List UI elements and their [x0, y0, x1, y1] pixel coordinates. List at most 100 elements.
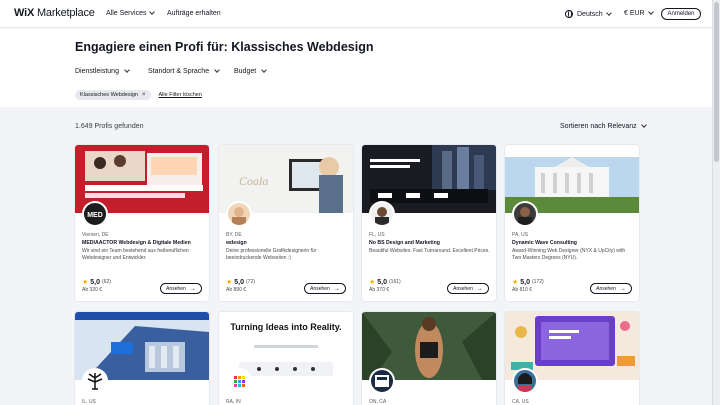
arrow-right-icon: →: [619, 285, 626, 292]
star-icon: ★: [512, 279, 519, 286]
profile-card[interactable]: PA, US Dynamic Wave Consulting Award-Win…: [505, 145, 639, 301]
post-job-label: Aufträge erhalten: [167, 10, 221, 17]
logo-marketplace-text: Marketplace: [36, 7, 95, 19]
currency-label: € EUR: [624, 10, 645, 17]
avatar-text: MED: [87, 212, 103, 219]
active-filter-label: Klassisches Webdesign: [80, 92, 138, 98]
results-count: 1.649 Profis gefunden: [75, 123, 144, 130]
page-scrollbar[interactable]: [712, 0, 720, 405]
view-button-label: Ansehen: [453, 285, 473, 292]
card-description: Deine professionelle Grafikdesignerin fü…: [226, 248, 317, 261]
filter-budget-label: Budget: [234, 68, 257, 75]
card-location: FL, US: [369, 232, 385, 238]
avatar: MED: [82, 201, 108, 227]
active-filter-tag[interactable]: Klassisches Webdesign ×: [75, 90, 151, 100]
card-price: Ab 320 €: [82, 287, 103, 293]
card-rating: ★ 5,0 (72): [226, 278, 255, 287]
view-profile-button[interactable]: Ansehen →: [590, 283, 632, 294]
card-location: PA, US: [512, 232, 529, 238]
chevron-down-icon: [214, 67, 220, 73]
profile-card[interactable]: ON, CA: [362, 312, 496, 405]
card-name[interactable]: wdesign: [226, 240, 247, 246]
view-profile-button[interactable]: Ansehen →: [160, 283, 202, 294]
arrow-right-icon: →: [189, 285, 196, 292]
top-header: WiX Marketplace Alle Services Aufträge e…: [0, 0, 712, 28]
wix-marketplace-logo[interactable]: WiX Marketplace: [14, 7, 95, 19]
chevron-down-icon: [124, 67, 130, 73]
active-filters: Klassisches Webdesign × Alle Filter lösc…: [75, 90, 202, 100]
filter-service[interactable]: Dienstleistung: [75, 67, 130, 75]
view-button-label: Ansehen: [310, 285, 330, 292]
chevron-down-icon: [605, 9, 612, 16]
all-services-label: Alle Services: [106, 10, 147, 17]
card-rating: ★ 5,0 (172): [512, 278, 544, 287]
star-icon: ★: [82, 279, 89, 286]
card-name[interactable]: Dynamic Wave Consulting: [512, 240, 577, 246]
rating-value: 5,0: [377, 278, 388, 286]
language-selector[interactable]: Deutsch: [565, 9, 612, 18]
close-icon[interactable]: ×: [142, 92, 146, 98]
arrow-right-icon: →: [333, 285, 340, 292]
svg-text:Coala: Coala: [239, 174, 268, 188]
all-services-menu[interactable]: Alle Services: [106, 9, 156, 17]
profile-card[interactable]: Coala BY, DE wdesign Deine professionell…: [219, 145, 353, 301]
card-name[interactable]: No BS Design and Marketing: [369, 240, 440, 246]
filter-service-label: Dienstleistung: [75, 68, 119, 75]
profile-card[interactable]: MED Viersen, DE MEDIAACTOR Webdesign & D…: [75, 145, 209, 301]
card-name[interactable]: MEDIAACTOR Webdesign & Digitale Medien: [82, 240, 191, 246]
post-job-link[interactable]: Aufträge erhalten: [167, 10, 221, 17]
card-location: ON, CA: [369, 399, 387, 405]
card-location: Viersen, DE: [82, 232, 109, 238]
avatar: [82, 368, 108, 394]
view-button-label: Ansehen: [166, 285, 186, 292]
profile-card[interactable]: IL, US: [75, 312, 209, 405]
scrollbar-thumb[interactable]: [714, 2, 719, 162]
language-label: Deutsch: [577, 10, 603, 18]
chevron-down-icon: [640, 122, 647, 128]
avatar: [226, 368, 252, 394]
currency-selector[interactable]: € EUR: [624, 9, 654, 17]
rating-count: (62): [102, 279, 111, 285]
card-rating: ★ 5,0 (161): [369, 278, 401, 287]
card-location: IL, US: [82, 399, 96, 405]
view-button-label: Ansehen: [596, 285, 616, 292]
login-label: Anmelden: [667, 11, 695, 17]
card-price: Ab 890 €: [226, 287, 247, 293]
rating-value: 5,0: [90, 278, 101, 286]
page-title: Engagiere einen Profi für: Klassisches W…: [75, 40, 374, 54]
arrow-right-icon: →: [476, 285, 483, 292]
card-location: RA, IN: [226, 399, 241, 405]
card-location: CA, US: [512, 399, 529, 405]
profile-card[interactable]: CA, US: [505, 312, 639, 405]
card-location: BY, DE: [226, 232, 242, 238]
avatar: [226, 201, 252, 227]
profile-card[interactable]: FL, US No BS Design and Marketing Beauti…: [362, 145, 496, 301]
rating-count: (172): [532, 279, 544, 285]
avatar: [512, 368, 538, 394]
profile-card[interactable]: Turning Ideas into Reality. RA, IN: [219, 312, 353, 405]
hero-headline: Turning Ideas into Reality.: [230, 322, 341, 332]
clear-filters-link[interactable]: Alle Filter löschen: [159, 92, 202, 98]
filter-budget[interactable]: Budget: [234, 67, 268, 75]
logo-wix-text: WiX: [14, 7, 35, 19]
avatar: [512, 201, 538, 227]
chevron-down-icon: [647, 9, 654, 15]
view-profile-button[interactable]: Ansehen →: [304, 283, 346, 294]
globe-icon: [565, 10, 573, 18]
avatar: [369, 201, 395, 227]
sort-label: Sortieren nach Relevanz: [560, 123, 637, 130]
filter-location-language[interactable]: Standort & Sprache: [148, 67, 220, 75]
rating-count: (161): [389, 279, 401, 285]
star-icon: ★: [226, 279, 233, 286]
view-profile-button[interactable]: Ansehen →: [447, 283, 489, 294]
rating-value: 5,0: [520, 278, 531, 286]
login-button[interactable]: Anmelden: [661, 8, 701, 20]
card-rating: ★ 5,0 (62): [82, 278, 111, 287]
star-icon: ★: [369, 279, 376, 286]
avatar: [369, 368, 395, 394]
card-description: Beautiful Websites. Fast Turnaround. Exc…: [369, 248, 490, 254]
chevron-down-icon: [261, 67, 268, 73]
card-price: Ab 370 €: [369, 287, 390, 293]
card-description: Award-Winning Web Designer (NYX & UpCity…: [512, 248, 626, 261]
sort-dropdown[interactable]: Sortieren nach Relevanz: [560, 122, 647, 130]
